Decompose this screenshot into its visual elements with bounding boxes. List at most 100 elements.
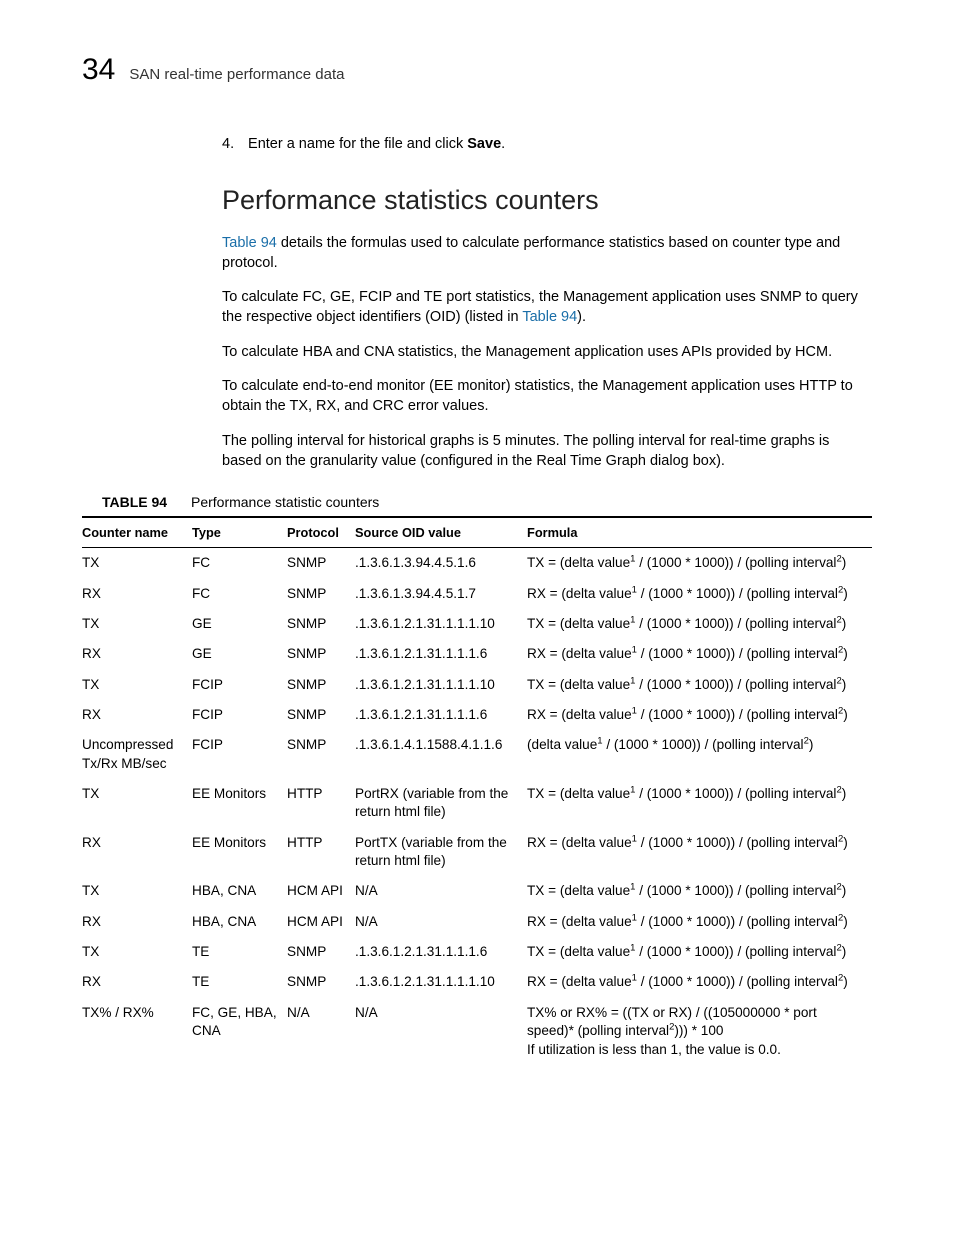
cell-formula: TX = (delta value1 / (1000 * 1000)) / (p… — [527, 670, 872, 700]
cell-oid: .1.3.6.1.2.1.31.1.1.1.6 — [355, 639, 527, 669]
table-caption-row: TABLE 94 Performance statistic counters — [102, 493, 872, 512]
cell-counter: Uncompressed Tx/Rx MB/sec — [82, 730, 192, 779]
cell-formula: RX = (delta value1 / (1000 * 1000)) / (p… — [527, 907, 872, 937]
cell-formula: RX = (delta value1 / (1000 * 1000)) / (p… — [527, 579, 872, 609]
table-row: TXFCSNMP.1.3.6.1.3.94.4.5.1.6TX = (delta… — [82, 548, 872, 579]
table-row: TX% / RX%FC, GE, HBA, CNAN/AN/ATX% or RX… — [82, 998, 872, 1065]
step-text-before: Enter a name for the file and click — [248, 136, 467, 152]
cell-type: EE Monitors — [192, 779, 287, 828]
cell-oid: .1.3.6.1.2.1.31.1.1.1.10 — [355, 609, 527, 639]
cell-oid: PortRX (variable from the return html fi… — [355, 779, 527, 828]
paragraph-1-rest: details the formulas used to calculate p… — [222, 235, 840, 271]
cell-counter: TX — [82, 548, 192, 579]
cell-formula: TX% or RX% = ((TX or RX) / ((105000000 *… — [527, 998, 872, 1065]
page-header: 34 SAN real-time performance data — [82, 50, 872, 91]
table-row: RXFCSNMP.1.3.6.1.3.94.4.5.1.7RX = (delta… — [82, 579, 872, 609]
th-protocol: Protocol — [287, 517, 355, 548]
cell-oid: .1.3.6.1.2.1.31.1.1.1.10 — [355, 670, 527, 700]
cell-protocol: SNMP — [287, 967, 355, 997]
th-type: Type — [192, 517, 287, 548]
paragraph-2: To calculate FC, GE, FCIP and TE port st… — [222, 287, 872, 328]
cell-oid: N/A — [355, 907, 527, 937]
cell-protocol: HCM API — [287, 876, 355, 906]
cell-protocol: SNMP — [287, 609, 355, 639]
table-row: TXEE MonitorsHTTPPortRX (variable from t… — [82, 779, 872, 828]
cell-protocol: SNMP — [287, 639, 355, 669]
cell-counter: RX — [82, 700, 192, 730]
table-caption: Performance statistic counters — [191, 494, 379, 510]
table-header-row: Counter name Type Protocol Source OID va… — [82, 517, 872, 548]
cell-type: GE — [192, 609, 287, 639]
cell-counter: TX — [82, 876, 192, 906]
cell-protocol: SNMP — [287, 700, 355, 730]
save-word: Save — [467, 136, 501, 152]
step-4: 4. Enter a name for the file and click S… — [222, 135, 872, 155]
cell-type: FCIP — [192, 730, 287, 779]
cell-oid: PortTX (variable from the return html fi… — [355, 828, 527, 877]
cell-protocol: HTTP — [287, 779, 355, 828]
table-row: RXTESNMP.1.3.6.1.2.1.31.1.1.1.10RX = (de… — [82, 967, 872, 997]
cell-type: FC — [192, 548, 287, 579]
cell-formula: TX = (delta value1 / (1000 * 1000)) / (p… — [527, 779, 872, 828]
cell-type: FC, GE, HBA, CNA — [192, 998, 287, 1065]
cell-counter: TX — [82, 670, 192, 700]
cell-type: GE — [192, 639, 287, 669]
th-formula: Formula — [527, 517, 872, 548]
cell-counter: TX% / RX% — [82, 998, 192, 1065]
cell-protocol: HTTP — [287, 828, 355, 877]
th-oid: Source OID value — [355, 517, 527, 548]
cell-formula: RX = (delta value1 / (1000 * 1000)) / (p… — [527, 700, 872, 730]
section-heading: Performance statistics counters — [222, 182, 872, 218]
cell-formula: RX = (delta value1 / (1000 * 1000)) / (p… — [527, 828, 872, 877]
cell-counter: TX — [82, 609, 192, 639]
cell-formula: TX = (delta value1 / (1000 * 1000)) / (p… — [527, 876, 872, 906]
cell-oid: .1.3.6.1.2.1.31.1.1.1.10 — [355, 967, 527, 997]
cell-oid: .1.3.6.1.2.1.31.1.1.1.6 — [355, 937, 527, 967]
cell-protocol: SNMP — [287, 730, 355, 779]
cell-type: FC — [192, 579, 287, 609]
cell-type: FCIP — [192, 670, 287, 700]
cell-protocol: SNMP — [287, 548, 355, 579]
table-row: TXFCIPSNMP.1.3.6.1.2.1.31.1.1.1.10TX = (… — [82, 670, 872, 700]
chapter-number: 34 — [82, 50, 115, 91]
paragraph-4: To calculate end-to-end monitor (EE moni… — [222, 376, 872, 417]
cell-counter: TX — [82, 779, 192, 828]
table-link-1[interactable]: Table 94 — [222, 235, 277, 251]
table-row: RXGESNMP.1.3.6.1.2.1.31.1.1.1.6RX = (del… — [82, 639, 872, 669]
performance-table: Counter name Type Protocol Source OID va… — [82, 516, 872, 1065]
cell-type: TE — [192, 967, 287, 997]
cell-counter: RX — [82, 967, 192, 997]
cell-oid: N/A — [355, 876, 527, 906]
table-row: TXGESNMP.1.3.6.1.2.1.31.1.1.1.10TX = (de… — [82, 609, 872, 639]
paragraph-2-after: ). — [577, 309, 586, 325]
chapter-title: SAN real-time performance data — [129, 65, 344, 85]
cell-oid: .1.3.6.1.2.1.31.1.1.1.6 — [355, 700, 527, 730]
cell-oid: .1.3.6.1.3.94.4.5.1.7 — [355, 579, 527, 609]
cell-protocol: SNMP — [287, 579, 355, 609]
th-counter: Counter name — [82, 517, 192, 548]
cell-formula: RX = (delta value1 / (1000 * 1000)) / (p… — [527, 967, 872, 997]
table-link-2[interactable]: Table 94 — [522, 309, 577, 325]
paragraph-3: To calculate HBA and CNA statistics, the… — [222, 342, 872, 362]
cell-formula: TX = (delta value1 / (1000 * 1000)) / (p… — [527, 937, 872, 967]
cell-oid: .1.3.6.1.4.1.1588.4.1.1.6 — [355, 730, 527, 779]
step-number: 4. — [222, 135, 244, 155]
cell-type: FCIP — [192, 700, 287, 730]
table-row: RXFCIPSNMP.1.3.6.1.2.1.31.1.1.1.6RX = (d… — [82, 700, 872, 730]
table-row: RXHBA, CNAHCM APIN/ARX = (delta value1 /… — [82, 907, 872, 937]
cell-formula: (delta value1 / (1000 * 1000)) / (pollin… — [527, 730, 872, 779]
cell-counter: TX — [82, 937, 192, 967]
cell-counter: RX — [82, 579, 192, 609]
table-row: TXHBA, CNAHCM APIN/ATX = (delta value1 /… — [82, 876, 872, 906]
cell-formula: TX = (delta value1 / (1000 * 1000)) / (p… — [527, 548, 872, 579]
cell-protocol: N/A — [287, 998, 355, 1065]
cell-oid: N/A — [355, 998, 527, 1065]
step-text-after: . — [501, 136, 505, 152]
cell-type: HBA, CNA — [192, 907, 287, 937]
paragraph-5: The polling interval for historical grap… — [222, 431, 872, 472]
cell-formula: RX = (delta value1 / (1000 * 1000)) / (p… — [527, 639, 872, 669]
cell-type: EE Monitors — [192, 828, 287, 877]
cell-protocol: HCM API — [287, 907, 355, 937]
cell-counter: RX — [82, 639, 192, 669]
table-label: TABLE 94 — [102, 494, 167, 510]
